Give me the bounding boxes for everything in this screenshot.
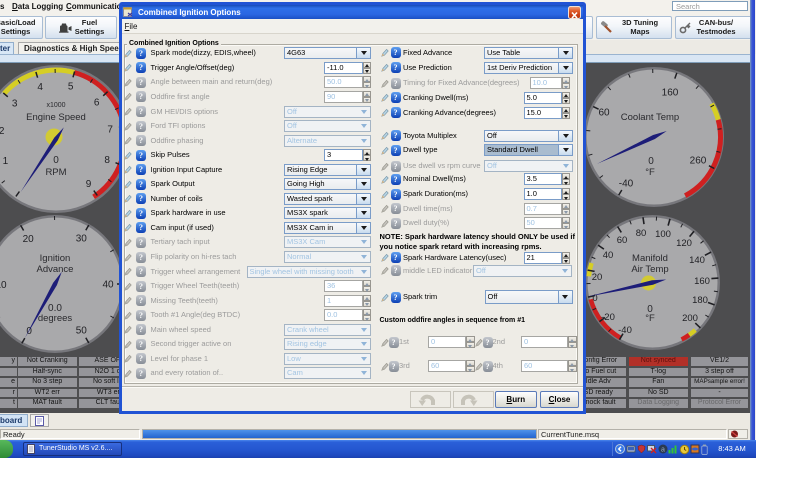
svg-text:-40: -40 (619, 179, 634, 190)
svg-text:120: 120 (676, 238, 692, 249)
svg-text:Air Temp: Air Temp (631, 264, 668, 275)
svg-text:140: 140 (689, 255, 705, 266)
svg-text:Coolant Temp: Coolant Temp (621, 112, 679, 123)
svg-text:°F: °F (645, 313, 655, 324)
svg-text:6: 6 (94, 97, 100, 108)
svg-text:3: 3 (12, 98, 18, 109)
svg-text:160: 160 (694, 276, 710, 287)
svg-text:10: 10 (0, 280, 7, 291)
svg-text:RPM: RPM (45, 167, 66, 178)
svg-text:x1000: x1000 (46, 102, 65, 109)
svg-text:0: 0 (53, 155, 59, 166)
svg-text:0: 0 (26, 326, 32, 337)
svg-text:0: 0 (648, 156, 654, 167)
svg-text:60: 60 (598, 108, 610, 119)
svg-text:20: 20 (592, 272, 603, 283)
svg-text:40: 40 (102, 280, 114, 291)
svg-text:a: a (661, 447, 665, 454)
svg-text:40: 40 (603, 250, 614, 261)
svg-text:60: 60 (617, 235, 628, 246)
svg-text:Ignition: Ignition (40, 253, 71, 264)
svg-text:Manifold: Manifold (632, 253, 668, 264)
svg-text:-40: -40 (618, 325, 632, 336)
svg-text:260: 260 (690, 156, 707, 167)
svg-text:-20: -20 (601, 312, 615, 323)
svg-text:7: 7 (107, 125, 113, 136)
svg-text:30: 30 (76, 234, 88, 245)
svg-text:180: 180 (692, 295, 708, 306)
svg-text:50: 50 (76, 326, 88, 337)
svg-text:°F: °F (645, 167, 655, 178)
svg-text:4: 4 (37, 82, 43, 93)
svg-text:8: 8 (104, 155, 110, 166)
svg-text:200: 200 (682, 313, 698, 324)
svg-text:160: 160 (662, 88, 679, 99)
svg-text:1: 1 (3, 156, 9, 167)
svg-text:9: 9 (86, 179, 92, 190)
svg-text:2: 2 (0, 126, 5, 137)
svg-text:5: 5 (68, 82, 74, 93)
svg-text:degrees: degrees (38, 313, 73, 324)
svg-text:80: 80 (636, 228, 647, 239)
svg-text:Advance: Advance (37, 264, 74, 275)
svg-text:20: 20 (23, 234, 35, 245)
svg-text:100: 100 (655, 229, 671, 240)
svg-text:Engine Speed: Engine Speed (26, 112, 86, 123)
